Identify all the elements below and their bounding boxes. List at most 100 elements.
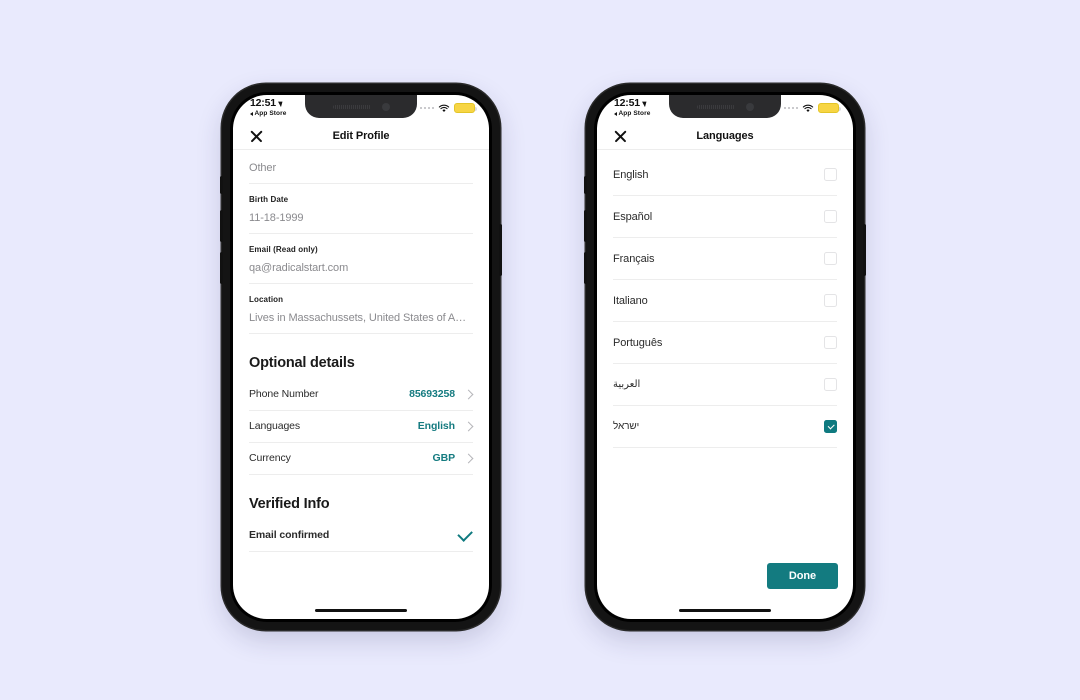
phone-mockup-edit-profile: 12:51 App Store Edit Profile Other Birth…: [220, 84, 502, 630]
field-other-value: Other: [249, 162, 277, 174]
wifi-icon: [802, 104, 814, 112]
volume-down-button[interactable]: [220, 252, 223, 284]
field-email-label: Email (Read only): [249, 245, 318, 254]
back-app-label: App Store: [618, 109, 651, 117]
field-email: Email (Read only) qa@radicalstart.com: [233, 234, 489, 283]
chevron-right-icon: [463, 421, 474, 431]
field-location[interactable]: Location Lives in Massachussets, United …: [233, 284, 489, 333]
field-birth-date[interactable]: Birth Date 11-18-1999: [233, 184, 489, 233]
status-bar-right: [419, 98, 477, 113]
field-location-label: Location: [249, 295, 284, 304]
cellular-dots-icon: [419, 106, 434, 110]
back-triangle-icon: [614, 111, 617, 116]
chevron-right-icon: [463, 389, 474, 399]
language-label: Français: [613, 252, 655, 265]
done-button-wrap: Done: [766, 563, 838, 589]
volume-up-button[interactable]: [220, 210, 223, 242]
language-checkbox[interactable]: [824, 168, 837, 181]
section-title-optional-details: Optional details: [249, 355, 355, 371]
row-currency-value: GBP: [432, 452, 456, 464]
divider: [613, 447, 837, 448]
field-email-value: qa@radicalstart.com: [249, 262, 349, 274]
nav-bar-edit-profile: Edit Profile: [233, 123, 489, 150]
row-phone-number-value: 85693258: [409, 388, 455, 400]
silent-switch-button[interactable]: [220, 176, 223, 194]
row-email-confirmed: Email confirmed: [233, 520, 489, 551]
section-title-verified-info: Verified Info: [249, 496, 330, 512]
list-item-espanol[interactable]: Español: [597, 196, 853, 237]
status-bar: 12:51 App Store: [233, 95, 489, 123]
row-languages[interactable]: Languages English: [233, 411, 489, 442]
row-currency-label: Currency: [249, 452, 291, 464]
power-button[interactable]: [863, 224, 866, 276]
status-bar-right: [783, 98, 841, 113]
language-checkbox[interactable]: [824, 420, 837, 433]
list-item-hebrew[interactable]: ישראל: [597, 406, 853, 447]
back-to-app-link[interactable]: App Store: [250, 109, 287, 118]
language-checkbox[interactable]: [824, 336, 837, 349]
battery-low-power-icon: [818, 103, 841, 113]
cellular-dots-icon: [783, 106, 798, 110]
edit-profile-content: Other Birth Date 11-18-1999 Email (Read …: [233, 150, 489, 619]
language-label: Español: [613, 210, 653, 223]
silent-switch-button[interactable]: [584, 176, 587, 194]
language-label: Português: [613, 336, 663, 349]
chevron-right-icon: [463, 453, 474, 463]
field-other[interactable]: Other: [233, 150, 489, 183]
back-app-label: App Store: [254, 109, 287, 117]
list-item-arabic[interactable]: العربية: [597, 364, 853, 405]
status-bar-left: 12:51 App Store: [614, 98, 650, 117]
close-x-icon[interactable]: [249, 129, 264, 144]
row-currency[interactable]: Currency GBP: [233, 443, 489, 474]
wifi-icon: [438, 104, 450, 112]
volume-up-button[interactable]: [584, 210, 587, 242]
location-arrow-icon: [277, 99, 284, 108]
status-bar-time-group: 12:51: [614, 98, 650, 109]
status-bar: 12:51 App Store: [597, 95, 853, 123]
page-title: Edit Profile: [332, 130, 390, 142]
done-button[interactable]: Done: [766, 563, 838, 589]
nav-bar-languages: Languages: [597, 123, 853, 150]
status-bar-left: 12:51 App Store: [250, 98, 286, 117]
row-phone-number-label: Phone Number: [249, 388, 319, 400]
status-bar-time: 12:51: [614, 97, 640, 109]
power-button[interactable]: [499, 224, 502, 276]
check-mark-icon: [457, 525, 473, 542]
language-checkbox[interactable]: [824, 252, 837, 265]
language-label: ישראל: [613, 421, 640, 432]
page-background: 12:51 App Store Edit Profile Other Birth…: [0, 0, 1080, 700]
volume-down-button[interactable]: [584, 252, 587, 284]
row-languages-value: English: [417, 420, 455, 432]
row-phone-number[interactable]: Phone Number 85693258: [233, 379, 489, 410]
phone-bezel: 12:51 App Store: [594, 92, 856, 622]
list-item-francais[interactable]: Français: [597, 238, 853, 279]
back-triangle-icon: [250, 111, 253, 116]
home-indicator[interactable]: [679, 608, 771, 612]
languages-content: English Español Français Italiano Portug…: [597, 150, 853, 619]
battery-low-power-icon: [454, 103, 477, 113]
row-email-confirmed-label: Email confirmed: [249, 529, 330, 541]
status-bar-time-group: 12:51: [250, 98, 286, 109]
language-label: Italiano: [613, 294, 648, 307]
phone-screen-right: 12:51 App Store Languages English Españo…: [597, 95, 853, 619]
list-item-portugues[interactable]: Português: [597, 322, 853, 363]
status-bar-time: 12:51: [250, 97, 276, 109]
phone-screen-left: 12:51 App Store Edit Profile Other Birth…: [233, 95, 489, 619]
language-checkbox[interactable]: [824, 210, 837, 223]
field-birth-date-value: 11-18-1999: [249, 212, 304, 224]
back-to-app-link[interactable]: App Store: [614, 109, 651, 118]
location-arrow-icon: [641, 99, 648, 108]
language-checkbox[interactable]: [824, 294, 837, 307]
phone-mockup-languages: 12:51 App Store Languages English Españo…: [584, 84, 866, 630]
field-birth-date-label: Birth Date: [249, 195, 289, 204]
page-title: Languages: [696, 130, 754, 142]
list-item-italiano[interactable]: Italiano: [597, 280, 853, 321]
home-indicator[interactable]: [315, 608, 407, 612]
language-checkbox[interactable]: [824, 378, 837, 391]
language-label: English: [613, 168, 649, 181]
close-x-icon[interactable]: [613, 129, 628, 144]
phone-bezel: 12:51 App Store: [230, 92, 492, 622]
list-item-english[interactable]: English: [597, 150, 853, 195]
row-languages-label: Languages: [249, 420, 301, 432]
divider: [249, 551, 473, 552]
